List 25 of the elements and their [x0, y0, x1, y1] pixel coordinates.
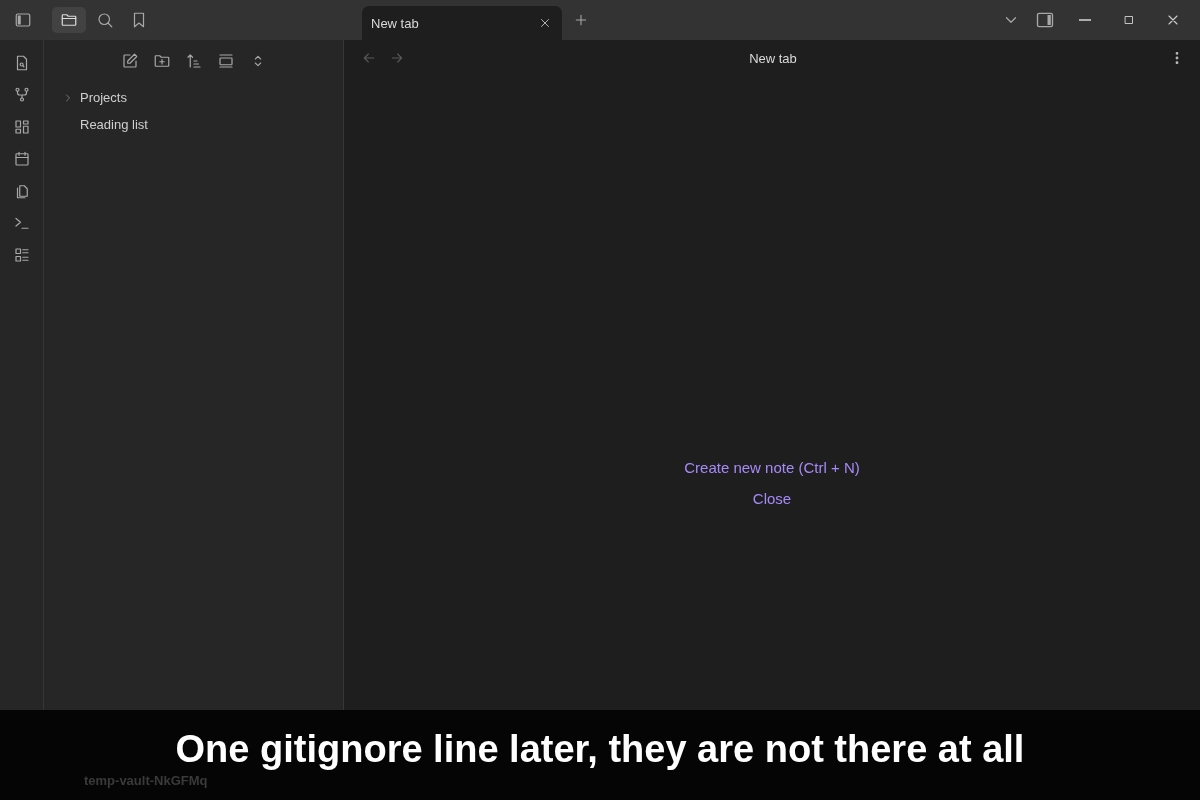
search-tab-icon — [96, 11, 114, 29]
right-sidebar-toggle-icon — [1035, 10, 1055, 30]
action-link[interactable]: Create new note (Ctrl + N) — [684, 459, 860, 476]
minimize-icon — [1079, 19, 1091, 21]
back-icon — [361, 50, 377, 66]
folder-tab[interactable] — [52, 7, 86, 33]
graph-icon — [12, 86, 31, 104]
tab[interactable]: New tab — [362, 6, 562, 40]
folder-tab-icon — [60, 11, 78, 29]
view-title: New tab — [748, 50, 798, 66]
calendar-icon — [12, 150, 31, 168]
maximize-icon — [1122, 13, 1136, 27]
action-link[interactable]: Close — [752, 490, 792, 507]
new-note-icon — [120, 52, 139, 70]
file-item[interactable]: Reading list — [80, 117, 148, 132]
folder-item[interactable]: Projects — [80, 90, 127, 105]
list-icon — [12, 246, 31, 264]
sidebar-toggle-icon — [14, 11, 32, 29]
new-folder-icon — [152, 52, 171, 70]
collapse-icon — [216, 52, 235, 70]
grid-icon — [12, 118, 31, 136]
new-tab-icon — [573, 12, 589, 28]
sort-icon — [184, 52, 203, 70]
close-icon — [538, 16, 552, 30]
forward-icon — [389, 50, 405, 66]
